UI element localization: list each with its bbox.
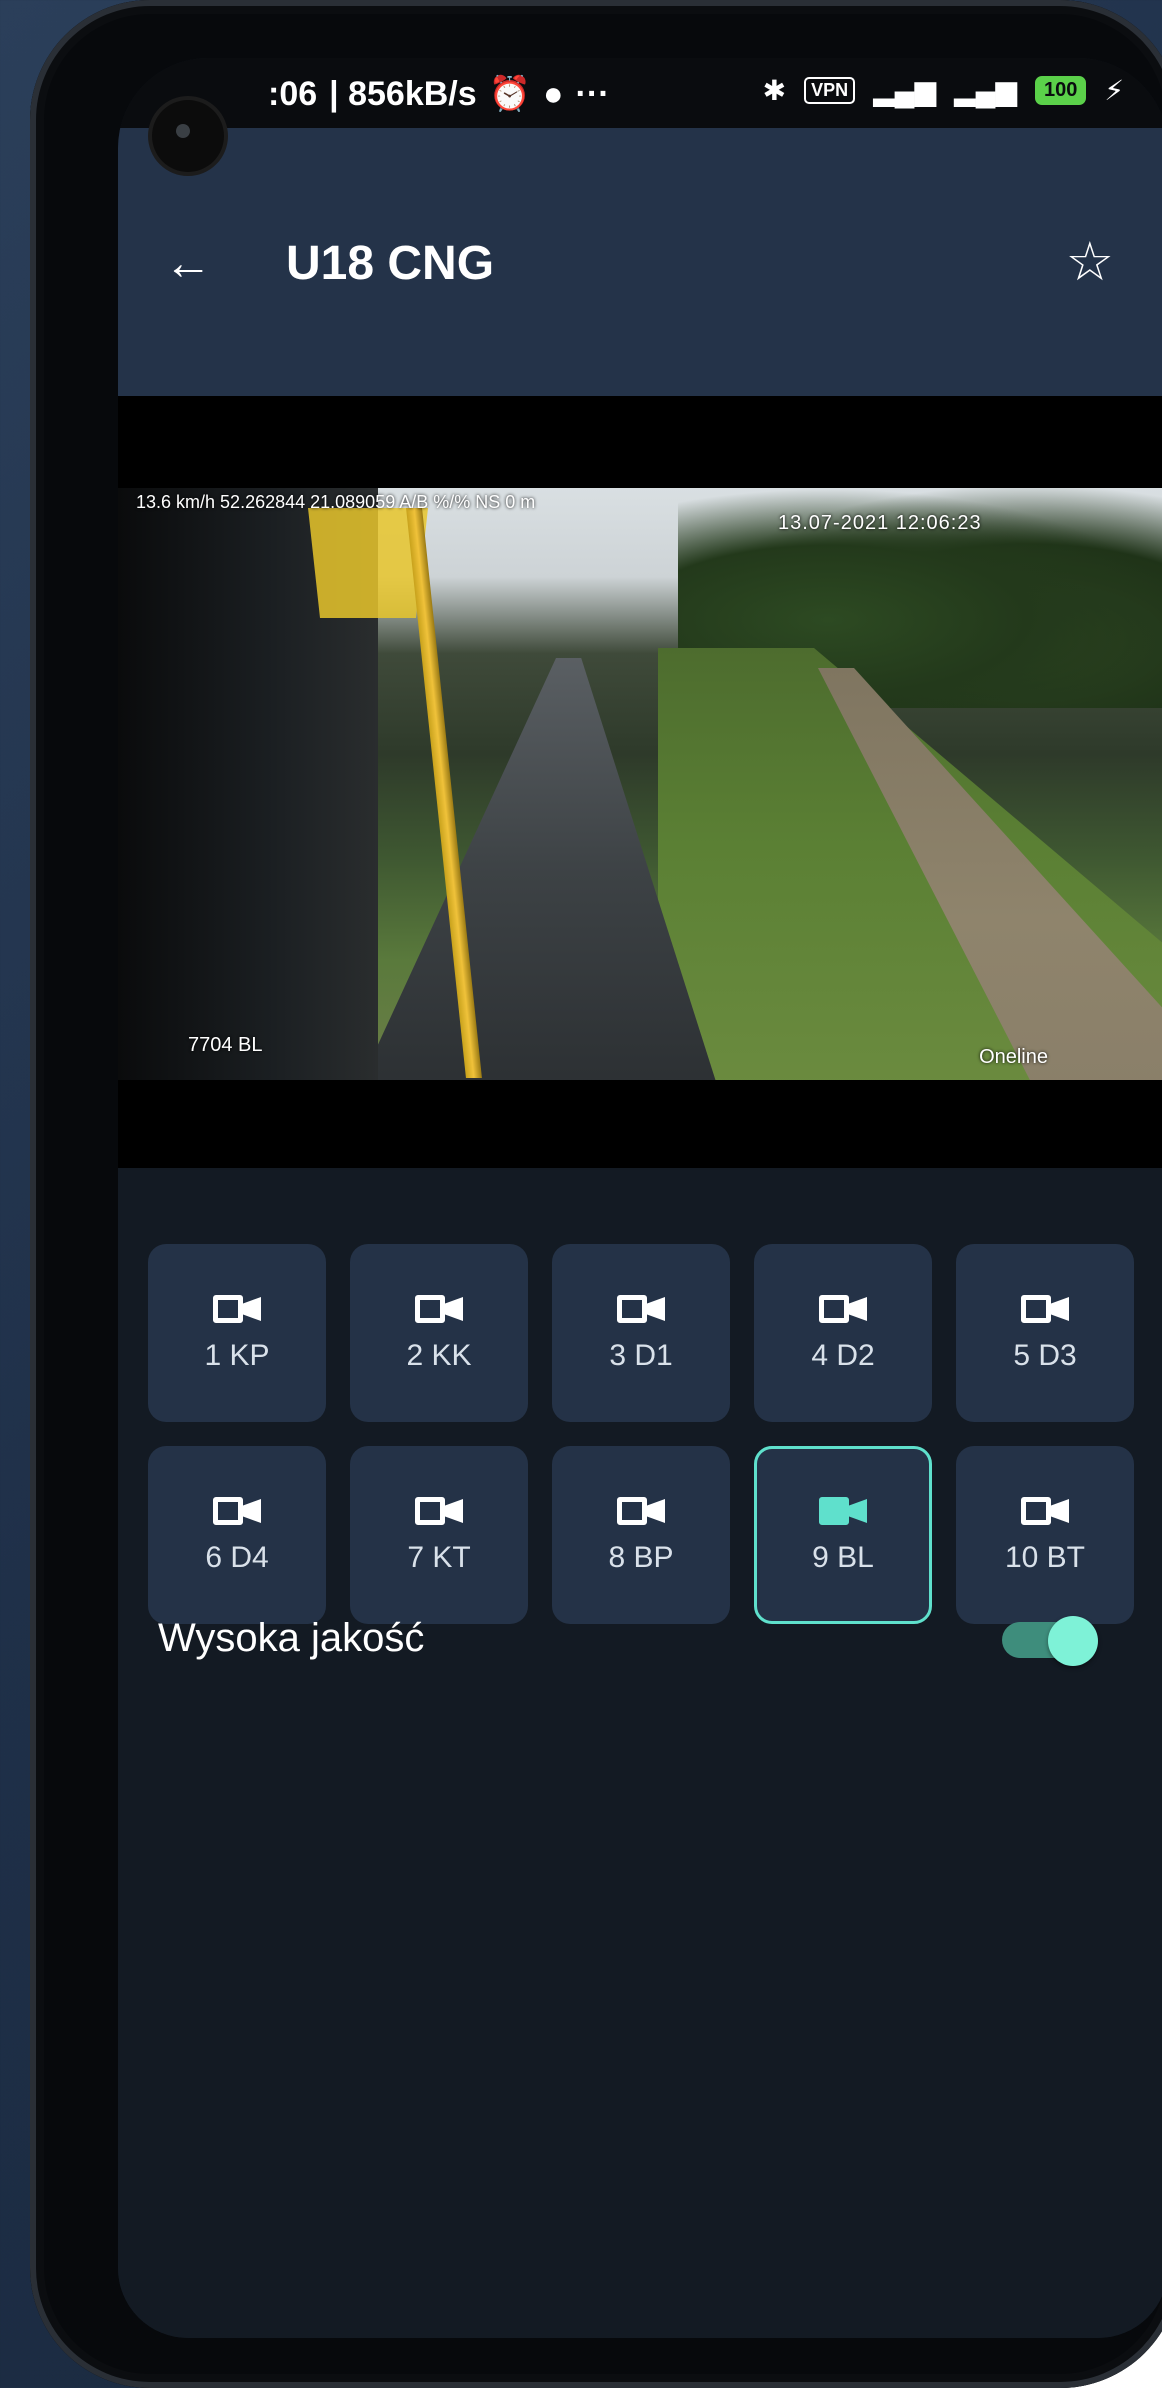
camera-label-overlay: 7704 BL	[188, 1034, 263, 1056]
app-bar: ← U18 CNG ☆	[118, 128, 1162, 396]
video-camera-icon	[213, 1495, 261, 1527]
page-title: U18 CNG	[286, 237, 495, 290]
datetime-overlay: 13.07-2021 12:06:23	[778, 512, 982, 534]
video-camera-icon	[617, 1293, 665, 1325]
video-camera-icon	[819, 1293, 867, 1325]
camera-button[interactable]: 5 D3	[956, 1244, 1134, 1422]
camera-controls: 1 KP 2 KK 3 D1 4 D2 5 D3 6 D4 7 KT 8 BP 9 BL 10 B…	[118, 1168, 1162, 2338]
video-camera-icon	[617, 1495, 665, 1527]
status-left: :06 | 856kB/s ⏰ ● ···	[268, 74, 610, 114]
favorite-star-icon[interactable]: ☆	[1066, 232, 1114, 292]
camera-button-label: 7 KT	[407, 1541, 471, 1574]
signal-icon: ▂▄▆	[873, 75, 937, 106]
camera-button-label: 5 D3	[1013, 1339, 1077, 1372]
camera-button-label: 4 D2	[811, 1339, 875, 1372]
battery-icon: 100	[1034, 76, 1087, 105]
video-player[interactable]: 13.6 km/h 52.262844 21.089059 A/B %/% NS…	[118, 396, 1162, 1168]
video-camera-icon	[213, 1293, 261, 1325]
status-bar: :06 | 856kB/s ⏰ ● ··· ✱ VPN ▂▄▆ ▂▄▆ 100 …	[118, 58, 1162, 128]
video-camera-icon	[819, 1495, 867, 1527]
camera-button-label: 1 KP	[204, 1339, 270, 1372]
camera-button-label: 8 BP	[608, 1541, 674, 1574]
high-quality-row[interactable]: Wysoka jakość	[158, 1598, 1128, 1678]
camera-feed[interactable]: 13.6 km/h 52.262844 21.089059 A/B %/% NS…	[118, 488, 1162, 1080]
camera-button-label: 6 D4	[205, 1541, 269, 1574]
camera-grid: 1 KP 2 KK 3 D1 4 D2 5 D3 6 D4 7 KT 8 BP 9 BL 10 B…	[148, 1244, 1134, 1624]
video-camera-icon	[1021, 1293, 1069, 1325]
camera-button[interactable]: 2 KK	[350, 1244, 528, 1422]
video-camera-icon	[415, 1495, 463, 1527]
camera-button[interactable]: 3 D1	[552, 1244, 730, 1422]
camera-button[interactable]: 1 KP	[148, 1244, 326, 1422]
camera-button-label: 10 BT	[1004, 1541, 1086, 1574]
front-camera	[152, 100, 224, 172]
camera-button-label: 2 KK	[406, 1339, 472, 1372]
toggle-thumb	[1048, 1616, 1098, 1666]
alarm-icon: ⏰	[488, 75, 531, 113]
bluetooth-icon: ✱	[762, 75, 787, 106]
charging-icon: ⚡	[1104, 75, 1124, 106]
video-camera-icon	[415, 1293, 463, 1325]
status-speed: | 856kB/s	[329, 74, 477, 113]
high-quality-label: Wysoka jakość	[158, 1616, 425, 1660]
spotify-icon: ●	[543, 74, 564, 113]
camera-button[interactable]: 4 D2	[754, 1244, 932, 1422]
status-right: ✱ VPN ▂▄▆ ▂▄▆ 100 ⚡	[763, 74, 1124, 107]
lte-signal-icon: ▂▄▆	[954, 75, 1017, 106]
status-time: :06	[268, 74, 318, 113]
phone-frame: :06 | 856kB/s ⏰ ● ··· ✱ VPN ▂▄▆ ▂▄▆ 100 …	[30, 0, 1162, 2388]
telemetry-overlay: 13.6 km/h 52.262844 21.089059 A/B %/% NS…	[136, 492, 536, 512]
high-quality-toggle[interactable]	[1002, 1616, 1098, 1666]
video-camera-icon	[1021, 1495, 1069, 1527]
vpn-badge: VPN	[804, 77, 856, 104]
camera-button-label: 9 BL	[812, 1541, 874, 1574]
more-notifications-icon: ···	[575, 74, 610, 113]
phone-screen: :06 | 856kB/s ⏰ ● ··· ✱ VPN ▂▄▆ ▂▄▆ 100 …	[118, 58, 1162, 2338]
brand-overlay: Oneline	[979, 1046, 1048, 1068]
camera-button-label: 3 D1	[609, 1339, 673, 1372]
back-arrow-icon[interactable]: ←	[164, 234, 212, 294]
